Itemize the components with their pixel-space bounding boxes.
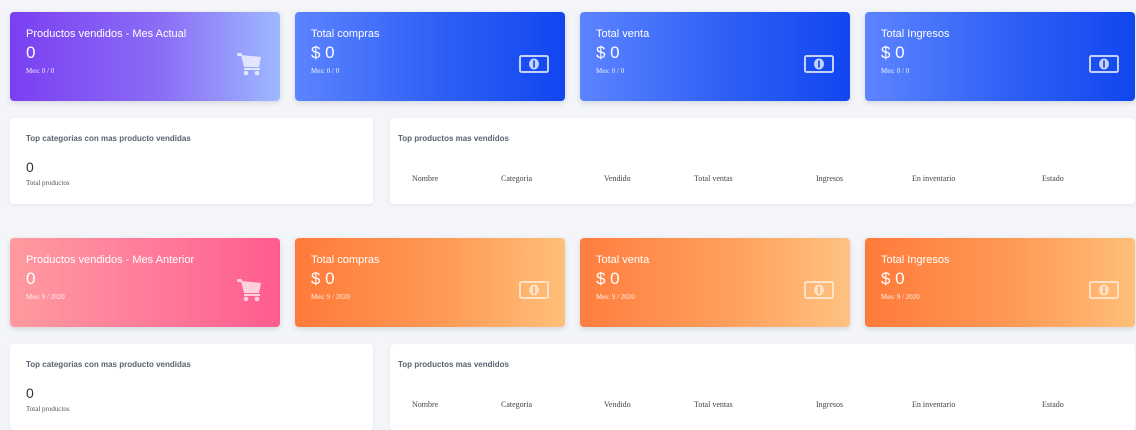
card-title: Total compras <box>311 254 380 266</box>
previous-products-card: Productos vendidos - Mes Anterior 0 Mes:… <box>10 238 280 327</box>
column-header-en-inventario[interactable]: En inventario <box>912 400 955 409</box>
card-title: Total venta <box>596 28 650 40</box>
card-value: $ 0 <box>311 269 335 288</box>
card-value: 0 <box>26 269 36 288</box>
card-title: Productos vendidos - Mes Anterior <box>26 254 195 266</box>
column-header-categoria[interactable]: Categoria <box>501 400 532 409</box>
previous-sales-card: Total venta $ 0 Mes: 9 / 2020 <box>580 238 850 327</box>
card-title: Total Ingresos <box>881 28 950 40</box>
current-top-products-panel: Top productos mas vendidos Nombre Catego… <box>390 118 1135 204</box>
money-bill-icon <box>519 281 549 304</box>
previous-top-categories-panel: Top categorias con mas producto vendidas… <box>10 344 373 430</box>
total-products-value: 0 <box>26 385 34 401</box>
card-subtitle: Mes: 0 / 0 <box>26 67 55 75</box>
money-bill-icon <box>804 55 834 78</box>
card-value: $ 0 <box>596 269 620 288</box>
card-subtitle: Mes: 9 / 2020 <box>881 293 920 301</box>
column-header-nombre[interactable]: Nombre <box>412 400 438 409</box>
current-sales-card: Total venta $ 0 Mes: 0 / 0 <box>580 12 850 101</box>
current-income-card: Total Ingresos $ 0 Mes: 0 / 0 <box>865 12 1135 101</box>
shopping-cart-icon <box>237 52 263 81</box>
card-subtitle: Mes: 0 / 0 <box>596 67 625 75</box>
card-subtitle: Mes: 9 / 2020 <box>26 293 65 301</box>
column-header-total-ventas[interactable]: Total ventas <box>694 174 733 183</box>
column-header-en-inventario[interactable]: En inventario <box>912 174 955 183</box>
card-value: $ 0 <box>881 269 905 288</box>
panel-title: Top categorias con mas producto vendidas <box>26 134 191 143</box>
column-header-vendido[interactable]: Vendido <box>604 400 631 409</box>
column-header-estado[interactable]: Estado <box>1042 174 1064 183</box>
current-top-categories-panel: Top categorias con mas producto vendidas… <box>10 118 373 204</box>
money-bill-icon <box>519 55 549 78</box>
card-subtitle: Mes: 9 / 2020 <box>311 293 350 301</box>
column-header-nombre[interactable]: Nombre <box>412 174 438 183</box>
current-products-card: Productos vendidos - Mes Actual 0 Mes: 0… <box>10 12 280 101</box>
card-subtitle: Mes: 9 / 2020 <box>596 293 635 301</box>
column-header-estado[interactable]: Estado <box>1042 400 1064 409</box>
card-value: $ 0 <box>596 43 620 62</box>
column-header-vendido[interactable]: Vendido <box>604 174 631 183</box>
previous-purchases-card: Total compras $ 0 Mes: 9 / 2020 <box>295 238 565 327</box>
card-value: $ 0 <box>311 43 335 62</box>
column-header-total-ventas[interactable]: Total ventas <box>694 400 733 409</box>
panel-title: Top categorias con mas producto vendidas <box>26 360 191 369</box>
card-subtitle: Mes: 0 / 0 <box>311 67 340 75</box>
column-header-categoria[interactable]: Categoria <box>501 174 532 183</box>
previous-income-card: Total Ingresos $ 0 Mes: 9 / 2020 <box>865 238 1135 327</box>
total-products-label: Total productos <box>26 179 70 187</box>
card-value: 0 <box>26 43 36 62</box>
current-purchases-card: Total compras $ 0 Mes: 0 / 0 <box>295 12 565 101</box>
card-title: Total compras <box>311 28 380 40</box>
column-header-ingresos[interactable]: Ingresos <box>816 174 843 183</box>
previous-top-products-panel: Top productos mas vendidos Nombre Catego… <box>390 344 1135 430</box>
total-products-value: 0 <box>26 159 34 175</box>
panel-title: Top productos mas vendidos <box>398 134 509 143</box>
card-value: $ 0 <box>881 43 905 62</box>
shopping-cart-icon <box>237 278 263 307</box>
total-products-label: Total productos <box>26 405 70 413</box>
card-title: Total Ingresos <box>881 254 950 266</box>
money-bill-icon <box>1089 55 1119 78</box>
panel-title: Top productos mas vendidos <box>398 360 509 369</box>
column-header-ingresos[interactable]: Ingresos <box>816 400 843 409</box>
money-bill-icon <box>804 281 834 304</box>
card-title: Productos vendidos - Mes Actual <box>26 28 187 40</box>
money-bill-icon <box>1089 281 1119 304</box>
card-subtitle: Mes: 0 / 0 <box>881 67 910 75</box>
card-title: Total venta <box>596 254 650 266</box>
